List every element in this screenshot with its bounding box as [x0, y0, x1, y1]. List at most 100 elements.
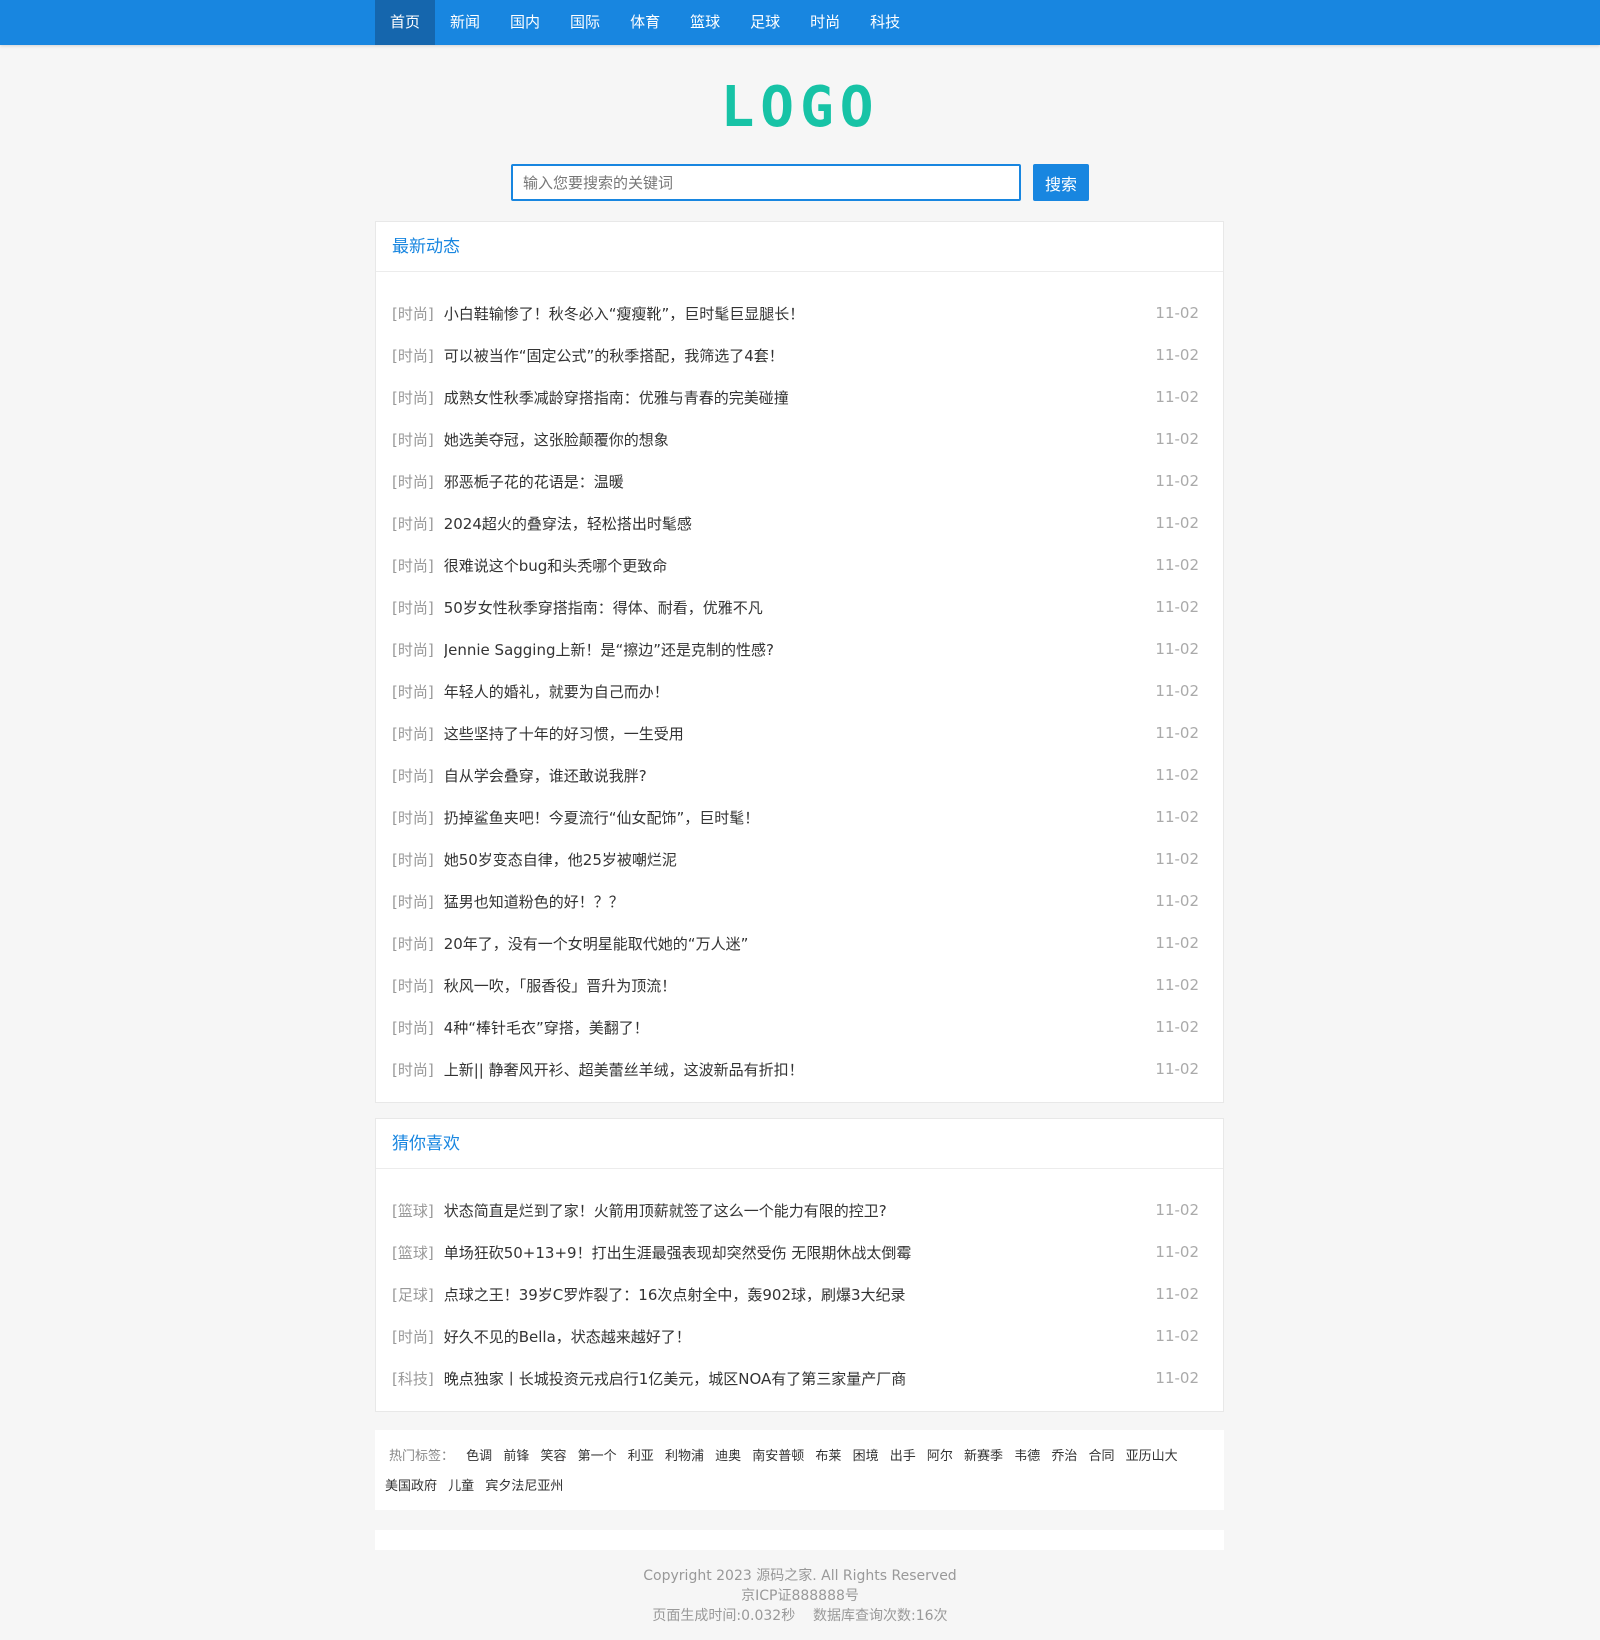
- nav-item[interactable]: 科技: [855, 0, 915, 45]
- news-title-link[interactable]: 可以被当作“固定公式”的秋季搭配，我筛选了4套！: [444, 345, 1156, 366]
- news-title-link[interactable]: 扔掉鲨鱼夹吧！今夏流行“仙女配饰”，巨时髦！: [444, 807, 1156, 828]
- news-category[interactable]: [篮球]: [392, 1200, 434, 1221]
- news-item: [时尚] 小白鞋输惨了！秋冬必入“瘦瘦靴”，巨时髦巨显腿长！ 11-02: [376, 292, 1223, 334]
- news-title-link[interactable]: 自从学会叠穿，谁还敢说我胖?: [444, 765, 1156, 786]
- news-item: [时尚] 20年了，没有一个女明星能取代她的“万人迷” 11-02: [376, 922, 1223, 964]
- hot-tag-link[interactable]: 笑容: [540, 1449, 566, 1464]
- news-category[interactable]: [时尚]: [392, 639, 434, 660]
- nav-item[interactable]: 国内: [495, 0, 555, 45]
- news-category[interactable]: [时尚]: [392, 1326, 434, 1347]
- hot-tag-link[interactable]: 前锋: [503, 1449, 529, 1464]
- news-category[interactable]: [足球]: [392, 1284, 434, 1305]
- hot-tag-link[interactable]: 色调: [466, 1449, 492, 1464]
- hot-tag-link[interactable]: 合同: [1089, 1449, 1115, 1464]
- news-category[interactable]: [时尚]: [392, 1017, 434, 1038]
- search-input[interactable]: [511, 164, 1021, 201]
- hot-tag-link[interactable]: 韦德: [1014, 1449, 1040, 1464]
- nav-list: 首页 新闻 国内 国际 体育 篮球 足球 时尚 科技: [375, 0, 915, 45]
- search-bar: 搜索: [511, 164, 1089, 201]
- news-title-link[interactable]: 邪恶栀子花的花语是：温暖: [444, 471, 1156, 492]
- news-title-link[interactable]: 4种“棒针毛衣”穿搭，美翻了！: [444, 1017, 1156, 1038]
- news-category[interactable]: [时尚]: [392, 597, 434, 618]
- news-title-link[interactable]: 50岁女性秋季穿搭指南：得体、耐看，优雅不凡: [444, 597, 1156, 618]
- news-category[interactable]: [时尚]: [392, 555, 434, 576]
- hot-tag-link[interactable]: 宾夕法尼亚州: [485, 1479, 563, 1494]
- news-item: [时尚] 4种“棒针毛衣”穿搭，美翻了！ 11-02: [376, 1006, 1223, 1048]
- news-category[interactable]: [时尚]: [392, 345, 434, 366]
- hot-tag-link[interactable]: 出手: [890, 1449, 916, 1464]
- footer-copyright: Copyright 2023 源码之家. All Rights Reserved: [643, 1568, 957, 1584]
- news-title-link[interactable]: 2024超火的叠穿法，轻松搭出时髦感: [444, 513, 1156, 534]
- news-category[interactable]: [时尚]: [392, 975, 434, 996]
- news-category[interactable]: [时尚]: [392, 429, 434, 450]
- news-title-link[interactable]: 晚点独家丨长城投资元戎启行1亿美元，城区NOA有了第三家量产厂商: [444, 1368, 1156, 1389]
- news-category[interactable]: [时尚]: [392, 387, 434, 408]
- latest-news-title: 最新动态: [376, 222, 1223, 272]
- hot-tag-link[interactable]: 新赛季: [964, 1449, 1003, 1464]
- nav-item[interactable]: 新闻: [435, 0, 495, 45]
- nav-item[interactable]: 足球: [735, 0, 795, 45]
- news-item: [足球] 点球之王！39岁C罗炸裂了：16次点射全中，轰902球，刷爆3大纪录 11…: [376, 1273, 1223, 1315]
- news-title-link[interactable]: 小白鞋输惨了！秋冬必入“瘦瘦靴”，巨时髦巨显腿长！: [444, 303, 1156, 324]
- news-category[interactable]: [篮球]: [392, 1242, 434, 1263]
- news-title-link[interactable]: 她选美夺冠，这张脸颠覆你的想象: [444, 429, 1156, 450]
- news-title-link[interactable]: 点球之王！39岁C罗炸裂了：16次点射全中，轰902球，刷爆3大纪录: [444, 1284, 1156, 1305]
- news-title-link[interactable]: 猛男也知道粉色的好！？？: [444, 891, 1156, 912]
- news-item: [篮球] 单场狂砍50+13+9！打出生涯最强表现却突然受伤 无限期休战太倒霉 11…: [376, 1231, 1223, 1273]
- news-category[interactable]: [时尚]: [392, 807, 434, 828]
- news-title-link[interactable]: Jennie Sagging上新！是“擦边”还是克制的性感?: [444, 639, 1156, 660]
- hot-tag-link[interactable]: 阿尔: [927, 1449, 953, 1464]
- news-date: 11-02: [1155, 766, 1199, 784]
- news-category[interactable]: [时尚]: [392, 933, 434, 954]
- news-title-link[interactable]: 20年了，没有一个女明星能取代她的“万人迷”: [444, 933, 1156, 954]
- hot-tag-link[interactable]: 第一个: [578, 1449, 617, 1464]
- news-category[interactable]: [科技]: [392, 1368, 434, 1389]
- news-category[interactable]: [时尚]: [392, 1059, 434, 1080]
- hot-tag-link[interactable]: 美国政府: [385, 1479, 437, 1494]
- news-date: 11-02: [1155, 598, 1199, 616]
- nav-item[interactable]: 首页: [375, 0, 436, 45]
- news-category[interactable]: [时尚]: [392, 765, 434, 786]
- news-category[interactable]: [时尚]: [392, 723, 434, 744]
- hot-tag-link[interactable]: 亚历山大: [1126, 1449, 1178, 1464]
- latest-news-list: [时尚] 小白鞋输惨了！秋冬必入“瘦瘦靴”，巨时髦巨显腿长！ 11-02 [时尚] 可以…: [376, 272, 1223, 1102]
- news-date: 11-02: [1155, 1285, 1199, 1303]
- recommend-list: [篮球] 状态简直是烂到了家！火箭用顶薪就签了这么一个能力有限的控卫? 11-02[…: [376, 1169, 1223, 1411]
- news-item: [时尚] 秋风一吹，「服香役」晋升为顶流！ 11-02: [376, 964, 1223, 1006]
- news-date: 11-02: [1155, 934, 1199, 952]
- site-logo[interactable]: LOGO: [0, 80, 1600, 136]
- news-category[interactable]: [时尚]: [392, 891, 434, 912]
- hot-tags: 热门标签： 色调 前锋 笑容 第一个 利亚 利物浦 迪奥 南安普顿 布莱 困境 …: [375, 1430, 1224, 1510]
- hot-tag-link[interactable]: 利亚: [628, 1449, 654, 1464]
- news-item: [时尚] 扔掉鲨鱼夹吧！今夏流行“仙女配饰”，巨时髦！ 11-02: [376, 796, 1223, 838]
- news-title-link[interactable]: 上新|| 静奢风开衫、超美蕾丝羊绒，这波新品有折扣！: [444, 1059, 1156, 1080]
- news-title-link[interactable]: 成熟女性秋季减龄穿搭指南：优雅与青春的完美碰撞: [444, 387, 1156, 408]
- news-item: [时尚] 2024超火的叠穿法，轻松搭出时髦感 11-02: [376, 502, 1223, 544]
- news-category[interactable]: [时尚]: [392, 303, 434, 324]
- hot-tag-link[interactable]: 困境: [853, 1449, 879, 1464]
- news-title-link[interactable]: 年轻人的婚礼，就要为自己而办！: [444, 681, 1156, 702]
- news-title-link[interactable]: 秋风一吹，「服香役」晋升为顶流！: [444, 975, 1156, 996]
- news-title-link[interactable]: 很难说这个bug和头秃哪个更致命: [444, 555, 1156, 576]
- news-category[interactable]: [时尚]: [392, 849, 434, 870]
- news-title-link[interactable]: 她50岁变态自律，他25岁被嘲烂泥: [444, 849, 1156, 870]
- hot-tag-link[interactable]: 乔治: [1051, 1449, 1077, 1464]
- news-title-link[interactable]: 这些坚持了十年的好习惯，一生受用: [444, 723, 1156, 744]
- news-title-link[interactable]: 状态简直是烂到了家！火箭用顶薪就签了这么一个能力有限的控卫?: [444, 1200, 1156, 1221]
- nav-item[interactable]: 篮球: [675, 0, 735, 45]
- news-category[interactable]: [时尚]: [392, 681, 434, 702]
- hot-tag-link[interactable]: 儿童: [448, 1479, 474, 1494]
- nav-item[interactable]: 时尚: [795, 0, 855, 45]
- news-title-link[interactable]: 单场狂砍50+13+9！打出生涯最强表现却突然受伤 无限期休战太倒霉: [444, 1242, 1156, 1263]
- hot-tag-link[interactable]: 南安普顿: [752, 1449, 804, 1464]
- hot-tag-link[interactable]: 布莱: [815, 1449, 841, 1464]
- hot-tag-link[interactable]: 迪奥: [715, 1449, 741, 1464]
- news-item: [时尚] 她50岁变态自律，他25岁被嘲烂泥 11-02: [376, 838, 1223, 880]
- news-category[interactable]: [时尚]: [392, 471, 434, 492]
- news-title-link[interactable]: 好久不见的Bella，状态越来越好了！: [444, 1326, 1156, 1347]
- news-category[interactable]: [时尚]: [392, 513, 434, 534]
- nav-item[interactable]: 体育: [615, 0, 675, 45]
- hot-tag-link[interactable]: 利物浦: [665, 1449, 704, 1464]
- search-button[interactable]: 搜索: [1033, 164, 1089, 201]
- nav-item[interactable]: 国际: [555, 0, 615, 45]
